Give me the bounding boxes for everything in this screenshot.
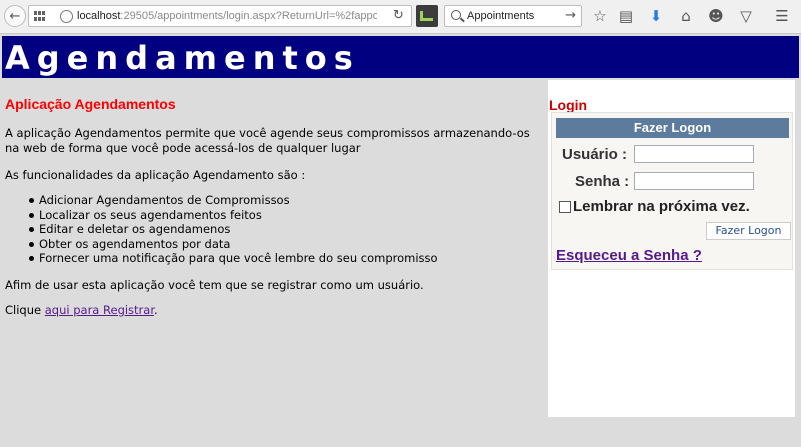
search-bar[interactable]: Appointments → xyxy=(444,5,582,27)
reload-icon[interactable]: ↻ xyxy=(393,8,404,23)
remember-label: Lembrar na próxima vez. xyxy=(573,198,750,215)
extension-arrow-icon xyxy=(420,11,433,21)
remember-checkbox[interactable] xyxy=(559,201,571,213)
password-label: Senha : xyxy=(575,173,630,190)
username-label: Usuário : xyxy=(562,146,628,163)
login-button[interactable]: Fazer Logon xyxy=(706,222,791,240)
pocket-icon[interactable]: ▽ xyxy=(737,6,755,26)
features-label: As funcionalidades da aplicação Agendame… xyxy=(5,168,306,182)
username-input[interactable] xyxy=(634,145,754,163)
back-button[interactable]: ← xyxy=(4,5,26,27)
usage-text: Afim de usar esta aplicação você tem que… xyxy=(5,277,424,292)
login-box-title: Fazer Logon xyxy=(556,118,789,138)
download-icon[interactable]: ⬇ xyxy=(647,6,665,26)
list-item: Fornecer uma notificação para que você l… xyxy=(29,251,542,266)
bookmark-star-icon[interactable]: ☆ xyxy=(591,6,609,26)
search-icon xyxy=(451,10,461,20)
extension-button[interactable] xyxy=(416,5,438,27)
address-bar[interactable]: localhost:29505/appointments/login.aspx?… xyxy=(28,5,412,27)
register-prefix: Clique xyxy=(5,302,45,317)
url-host: localhost xyxy=(77,10,121,22)
features-list: Adicionar Agendamentos de Compromissos L… xyxy=(5,193,542,266)
menu-icon[interactable]: ☰ xyxy=(773,6,791,26)
forgot-password-link[interactable]: Esqueceu a Senha ? xyxy=(556,247,702,265)
register-suffix: . xyxy=(154,302,158,317)
list-item: Adicionar Agendamentos de Compromissos xyxy=(29,193,542,208)
list-item: Localizar os seus agendamentos feitos xyxy=(29,208,542,223)
login-sidebar: Login Fazer Logon Usuário : Senha : Lemb… xyxy=(548,80,795,417)
main-heading: Aplicação Agendamentos xyxy=(5,96,176,112)
register-link[interactable]: aqui para Registrar xyxy=(45,303,154,317)
url-path: :29505/appointments/login.aspx?ReturnUrl… xyxy=(120,10,377,22)
site-info-icon[interactable] xyxy=(60,10,73,23)
emoji-icon[interactable]: ☻ xyxy=(707,6,725,26)
login-box: Fazer Logon Usuário : Senha : Lembrar na… xyxy=(551,112,793,270)
site-title: Agendamentos xyxy=(5,39,360,77)
main-content: Aplicação Agendamentos A aplicação Agend… xyxy=(5,96,542,318)
login-heading: Login xyxy=(549,97,588,113)
remember-me[interactable]: Lembrar na próxima vez. xyxy=(559,198,750,216)
browser-toolbar: ← localhost:29505/appointments/login.asp… xyxy=(0,0,801,34)
search-input[interactable]: Appointments xyxy=(467,9,534,23)
site-banner: Agendamentos xyxy=(2,36,799,78)
url-text[interactable]: localhost:29505/appointments/login.aspx?… xyxy=(77,9,377,23)
intro-text: A aplicação Agendamentos permite que voc… xyxy=(5,126,530,155)
back-arrow-icon: ← xyxy=(9,8,21,24)
register-line: Clique aqui para Registrar. xyxy=(5,303,542,318)
search-go-icon[interactable]: → xyxy=(565,8,576,23)
apps-grid-icon[interactable] xyxy=(34,11,46,21)
password-input[interactable] xyxy=(634,172,754,190)
reading-list-icon[interactable]: ▤ xyxy=(617,6,635,26)
list-item: Editar e deletar os agendamenos xyxy=(29,222,542,237)
home-icon[interactable]: ⌂ xyxy=(677,6,695,26)
list-item: Obter os agendamentos por data xyxy=(29,237,542,252)
